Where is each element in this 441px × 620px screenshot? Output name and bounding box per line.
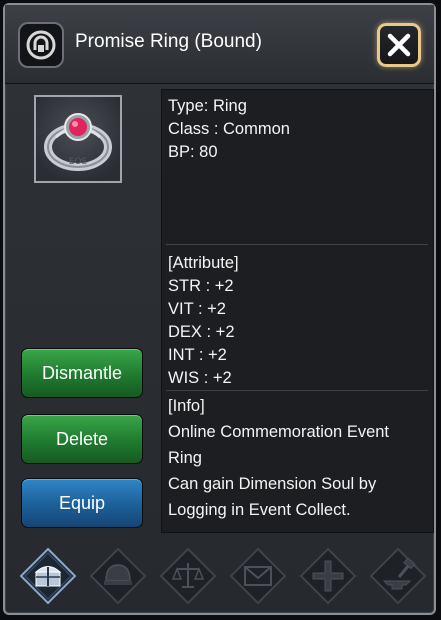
info-line: Can gain Dimension Soul by [168, 475, 377, 493]
attribute-line: STR : +2 [168, 277, 234, 295]
ring-icon: EOS [44, 113, 112, 171]
tab-crafting[interactable] [369, 547, 427, 605]
attribute-line: DEX : +2 [168, 323, 235, 341]
attribute-section: [Attribute] STR : +2 VIT : +2 DEX : +2 I… [168, 252, 239, 390]
attribute-line: VIT : +2 [168, 300, 226, 318]
mail-icon [229, 547, 287, 605]
dismantle-button[interactable]: Dismantle [21, 348, 143, 398]
info-line: Logging in Event Collect. [168, 501, 351, 519]
stats-section: Type: Ring Class : Common BP: 80 [168, 95, 290, 164]
tab-guild[interactable] [299, 547, 357, 605]
tab-trade[interactable] [159, 547, 217, 605]
equip-button[interactable]: Equip [21, 478, 143, 528]
bound-lock-icon [18, 22, 64, 68]
tab-equipment[interactable] [89, 547, 147, 605]
item-type: Type: Ring [168, 97, 247, 115]
bottom-tab-bar [5, 537, 434, 613]
close-x-icon [387, 33, 411, 57]
info-line: Online Commemoration Event [168, 423, 390, 441]
close-button[interactable] [377, 23, 421, 67]
tab-mail[interactable] [229, 547, 287, 605]
ring-engraving: EOS [69, 157, 88, 167]
item-bp: BP: 80 [168, 143, 218, 161]
divider [166, 244, 428, 245]
attribute-line: WIS : +2 [168, 369, 232, 387]
window-header: Promise Ring (Bound) [5, 5, 434, 84]
info-line: Ring [168, 449, 202, 467]
item-title: Promise Ring (Bound) [75, 31, 262, 52]
info-heading: [Info] [168, 397, 205, 415]
cross-icon [299, 547, 357, 605]
delete-button[interactable]: Delete [21, 414, 143, 464]
item-class: Class : Common [168, 120, 290, 138]
anvil-hammer-icon [369, 547, 427, 605]
item-icon-slot[interactable]: EOS [34, 95, 122, 183]
tab-inventory[interactable] [19, 547, 77, 605]
balance-scale-icon [159, 547, 217, 605]
helmet-icon [89, 547, 147, 605]
attribute-heading: [Attribute] [168, 254, 239, 272]
divider [166, 390, 428, 391]
info-section: [Info] Online Commemoration Event Ring C… [168, 395, 389, 522]
item-details-panel: Type: Ring Class : Common BP: 80 [Attrib… [161, 89, 434, 533]
attribute-line: INT : +2 [168, 346, 227, 364]
treasure-chest-icon [19, 547, 77, 605]
left-column: EOS Dismantle Delete Equip [19, 89, 157, 529]
item-info-window: Promise Ring (Bound) EOS Dismantle Delet… [3, 3, 436, 615]
